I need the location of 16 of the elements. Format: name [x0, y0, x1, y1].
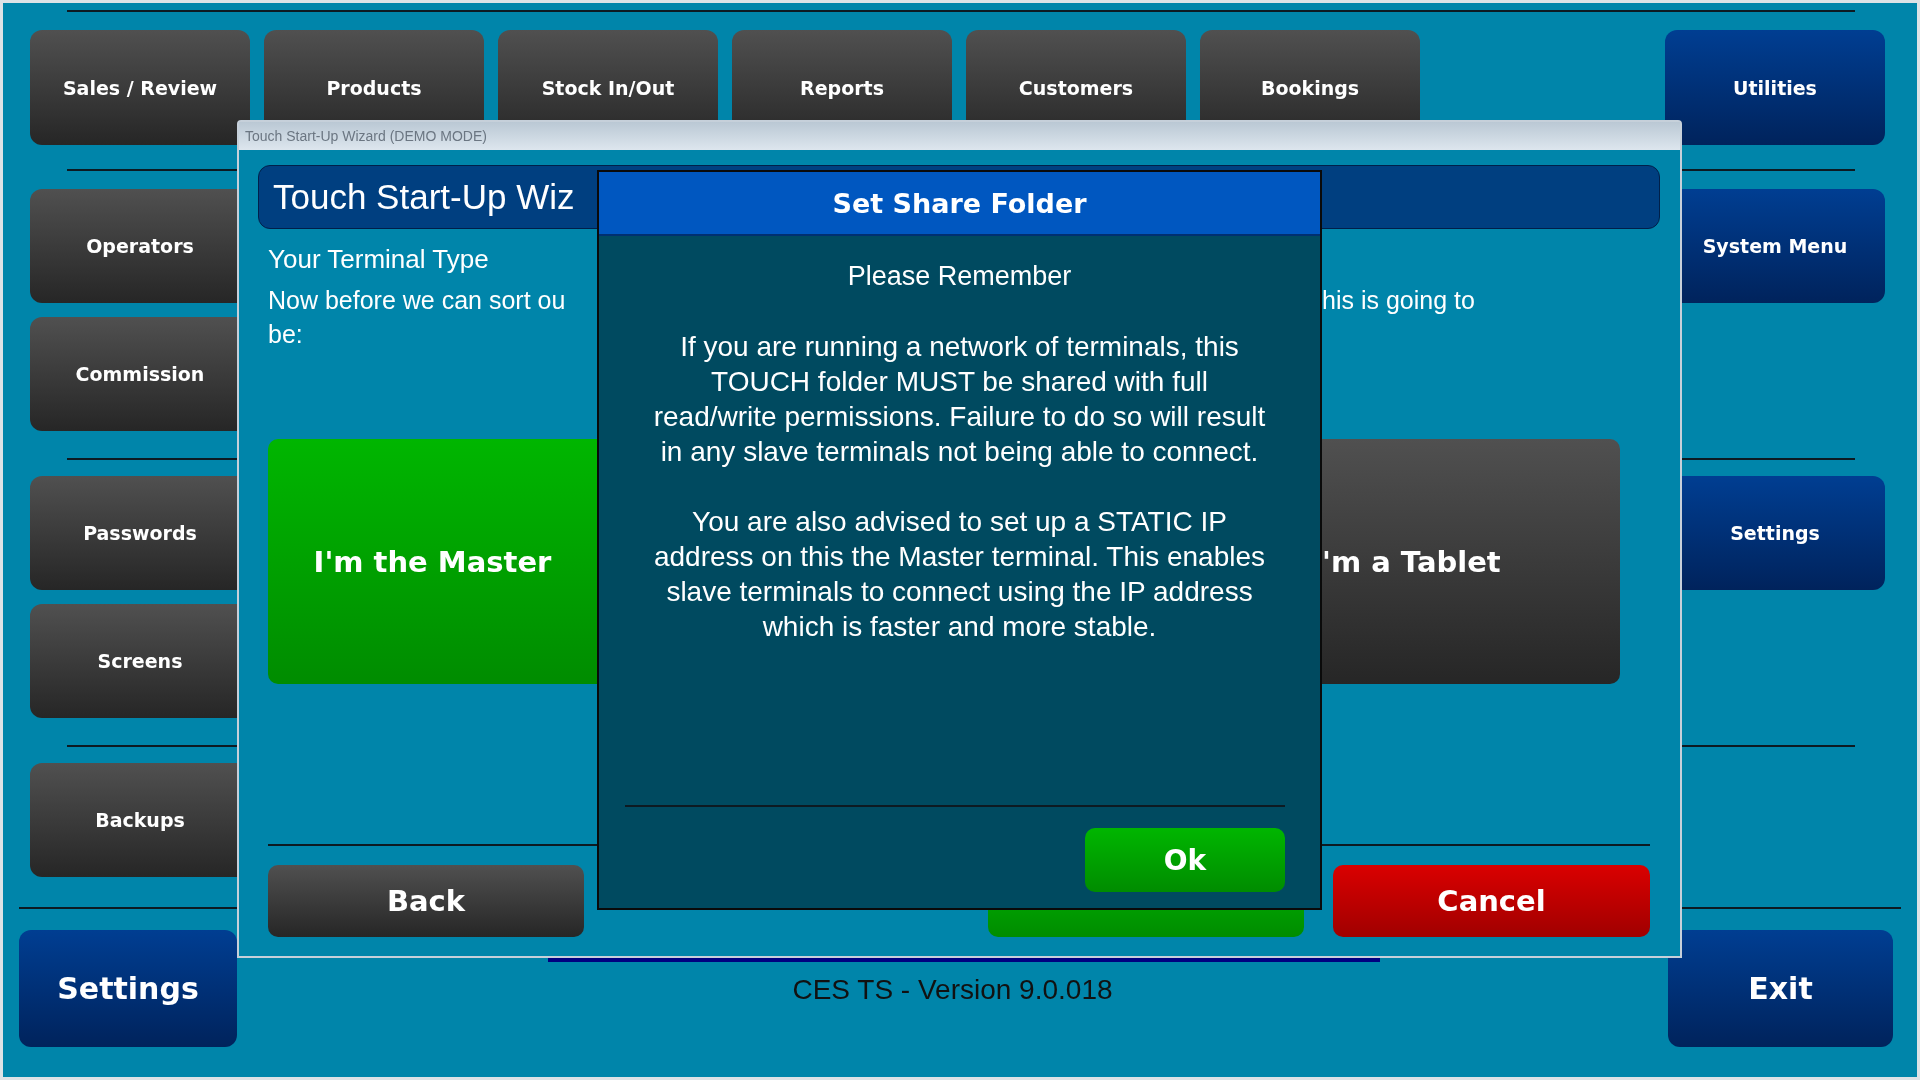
intro-text: Now before we can sort ou — [268, 285, 566, 316]
settings-button[interactable]: Settings — [19, 930, 237, 1047]
intro-text: be: — [268, 319, 303, 350]
dialog-paragraph: You are also advised to set up a STATIC IP address on this the Master terminal. This enables slave terminals to connect using the IP address which is faster and more stable. — [652, 505, 1267, 644]
dialog-subtitle: Please Remember — [847, 260, 1072, 293]
version-text: CES TS - Version 9.0.018 — [792, 974, 1113, 1006]
exit-button[interactable]: Exit — [1668, 930, 1893, 1047]
section-title: Your Terminal Type — [268, 243, 489, 276]
intro-text: his is going to — [1322, 286, 1475, 314]
dialog-title: Set Share Folder — [832, 187, 1087, 219]
dialog-paragraph: If you are running a network of terminals, this TOUCH folder MUST be shared with full read/write permissions. Failure to do so will result in any slave terminals not being able to connect. — [652, 330, 1267, 469]
wizard-button[interactable]: Cancel — [1333, 865, 1650, 937]
wizard-heading: Touch Start-Up Wiz — [273, 177, 575, 217]
wizard-button[interactable]: Back — [268, 865, 584, 937]
utilities-button[interactable]: Utilities — [1665, 30, 1885, 145]
terminal-option-button[interactable]: 'm a Tablet — [1322, 439, 1620, 684]
